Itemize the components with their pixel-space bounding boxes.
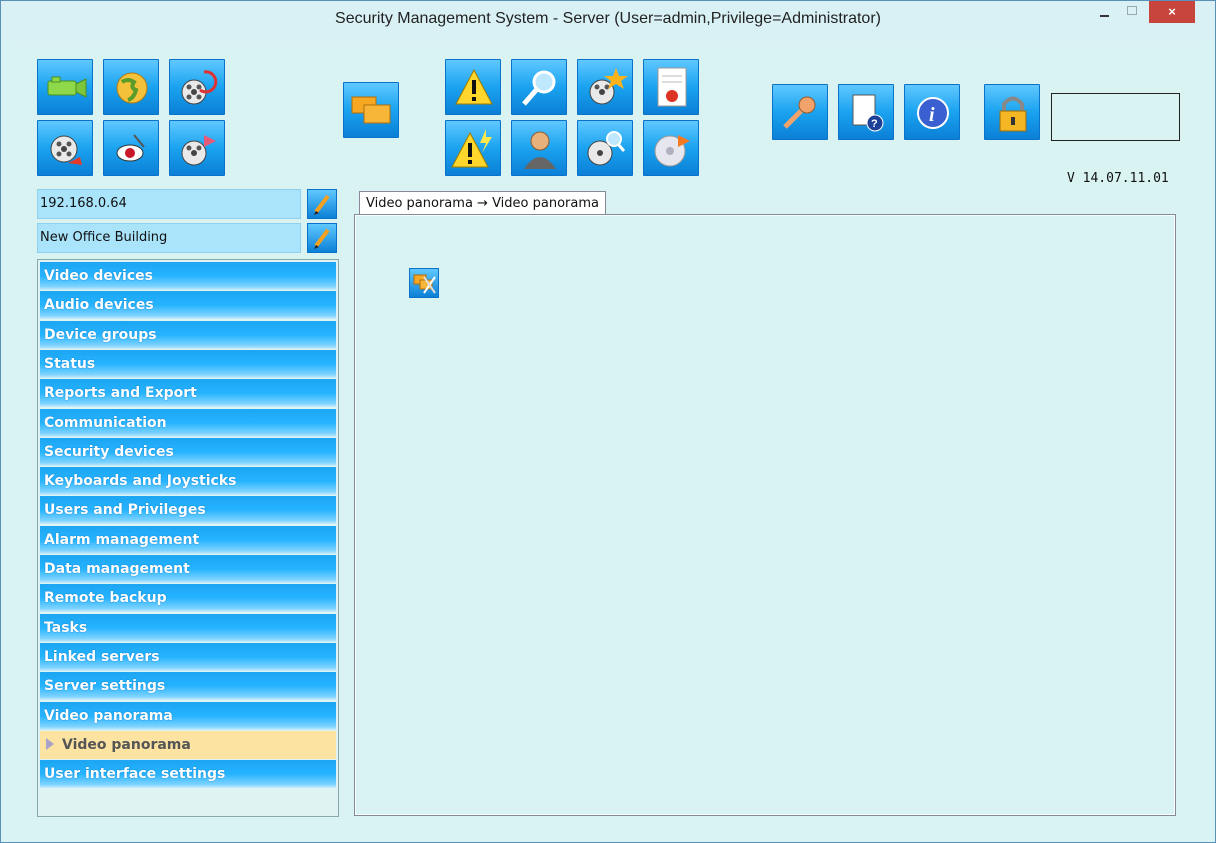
film-refresh-icon [181, 70, 218, 105]
disc-export-icon [654, 135, 690, 167]
pencil-icon [314, 194, 330, 215]
nav-item[interactable]: Linked servers [40, 642, 336, 671]
nav-item-label: Video panorama [44, 707, 173, 724]
lock-icon [999, 96, 1027, 132]
help-button[interactable]: ? [838, 84, 894, 140]
map-button[interactable] [103, 59, 159, 115]
user-icon [524, 131, 556, 169]
client-area: ? i V 14.07.11.01 192.168.0.64 New Offic… [9, 41, 1205, 834]
nav-item[interactable]: Status [40, 349, 336, 378]
nav-item[interactable]: Alarm management [40, 525, 336, 554]
windows-layout-icon [351, 96, 391, 124]
film-export-icon [181, 135, 216, 166]
expand-arrow-icon [46, 737, 54, 750]
nav-item-selected[interactable]: Video panorama [40, 730, 336, 759]
nav-item[interactable]: User interface settings [40, 760, 336, 789]
nav-item[interactable]: Data management [40, 555, 336, 583]
nav-item[interactable]: Server settings [40, 672, 336, 701]
nav-item-label: Video devices [44, 268, 153, 284]
video-export-button[interactable] [169, 120, 225, 176]
content-area [354, 214, 1176, 816]
alarm-warning-icon [455, 68, 493, 105]
server-ip-field[interactable]: 192.168.0.64 [37, 189, 301, 219]
nav-item-label: Communication [44, 414, 167, 431]
nav-item-label: Alarm management [44, 531, 200, 548]
user-button[interactable] [511, 120, 567, 176]
nav-item-label: Video panorama [62, 736, 191, 753]
nav-item[interactable]: Keyboards and Joysticks [40, 467, 336, 496]
nav-item-label: Data management [44, 561, 190, 577]
alarm-event-button[interactable] [445, 120, 501, 176]
nav-item-label: Server settings [44, 678, 166, 695]
nav-item-label: Remote backup [44, 590, 167, 607]
film-star-icon [589, 68, 628, 105]
eye-pin-icon [116, 134, 145, 162]
backup-disc-button[interactable] [643, 120, 699, 176]
nav-item-label: Audio devices [44, 297, 154, 314]
nav-item[interactable]: Security devices [40, 437, 336, 466]
camera-button[interactable] [37, 59, 93, 115]
video-reload-button[interactable] [169, 59, 225, 115]
panorama-tools-icon [413, 274, 436, 294]
video-search-button[interactable] [577, 120, 633, 176]
tab-video-panorama[interactable]: Video panorama → Video panorama [359, 191, 606, 216]
version-label: V 14.07.11.01 [1067, 171, 1169, 186]
nav-item-label: Reports and Export [44, 385, 197, 402]
minimize-button[interactable] [1091, 1, 1117, 23]
video-play-button[interactable] [37, 120, 93, 176]
report-button[interactable] [643, 59, 699, 115]
search-icon [522, 70, 556, 106]
report-icon [657, 67, 687, 107]
nav-item-label: Keyboards and Joysticks [44, 473, 237, 490]
edit-site-button[interactable] [307, 223, 337, 253]
search-button[interactable] [511, 59, 567, 115]
pencil-icon [314, 228, 330, 249]
nav-item-label: Users and Privileges [44, 502, 206, 519]
nav-item-label: Device groups [44, 326, 157, 343]
watch-button[interactable] [103, 120, 159, 176]
nav-item[interactable]: Device groups [40, 320, 336, 349]
nav-item[interactable]: Video panorama [40, 701, 336, 730]
title-bar: Security Management System - Server (Use… [1, 1, 1215, 41]
nav-item[interactable]: Reports and Export [40, 379, 336, 408]
site-name-field[interactable]: New Office Building [37, 223, 301, 253]
nav-item[interactable]: Remote backup [40, 584, 336, 613]
nav-item[interactable]: Users and Privileges [40, 496, 336, 525]
svg-text:i: i [929, 104, 935, 126]
favorite-video-button[interactable] [577, 59, 633, 115]
app-window: Security Management System - Server (Use… [0, 0, 1216, 843]
alarm-flash-icon [451, 129, 492, 168]
edit-panorama-button[interactable] [409, 268, 439, 298]
nav-item-label: Linked servers [44, 648, 160, 665]
lock-button[interactable] [984, 84, 1040, 140]
globe-icon [116, 72, 148, 104]
nav-item[interactable]: Video devices [40, 262, 336, 290]
navigation-panel: Video devices Audio devices Device groups S… [37, 259, 339, 817]
edit-ip-button[interactable] [307, 189, 337, 219]
nav-item-label: Security devices [44, 443, 174, 460]
close-button[interactable]: × [1149, 1, 1195, 23]
about-button[interactable]: i [904, 84, 960, 140]
camera-icon [47, 76, 87, 98]
maximize-button[interactable] [1119, 1, 1145, 23]
nav-item[interactable]: Communication [40, 408, 336, 437]
nav-item-label: User interface settings [44, 766, 226, 783]
film-search-icon [587, 131, 626, 166]
nav-item[interactable]: Tasks [40, 613, 336, 642]
film-brush-icon [50, 135, 82, 165]
password-field[interactable] [1051, 93, 1180, 141]
nav-item-label: Tasks [44, 619, 88, 636]
info-icon: i [917, 97, 949, 129]
window-title: Security Management System - Server (Use… [335, 10, 881, 27]
alarm-button[interactable] [445, 59, 501, 115]
svg-text:?: ? [871, 118, 878, 130]
license-button[interactable] [772, 84, 828, 140]
nav-item[interactable]: Audio devices [40, 291, 336, 320]
key-icon [783, 96, 816, 129]
help-document-icon: ? [852, 94, 884, 132]
layout-button[interactable] [343, 82, 399, 138]
nav-item-label: Status [44, 355, 96, 372]
